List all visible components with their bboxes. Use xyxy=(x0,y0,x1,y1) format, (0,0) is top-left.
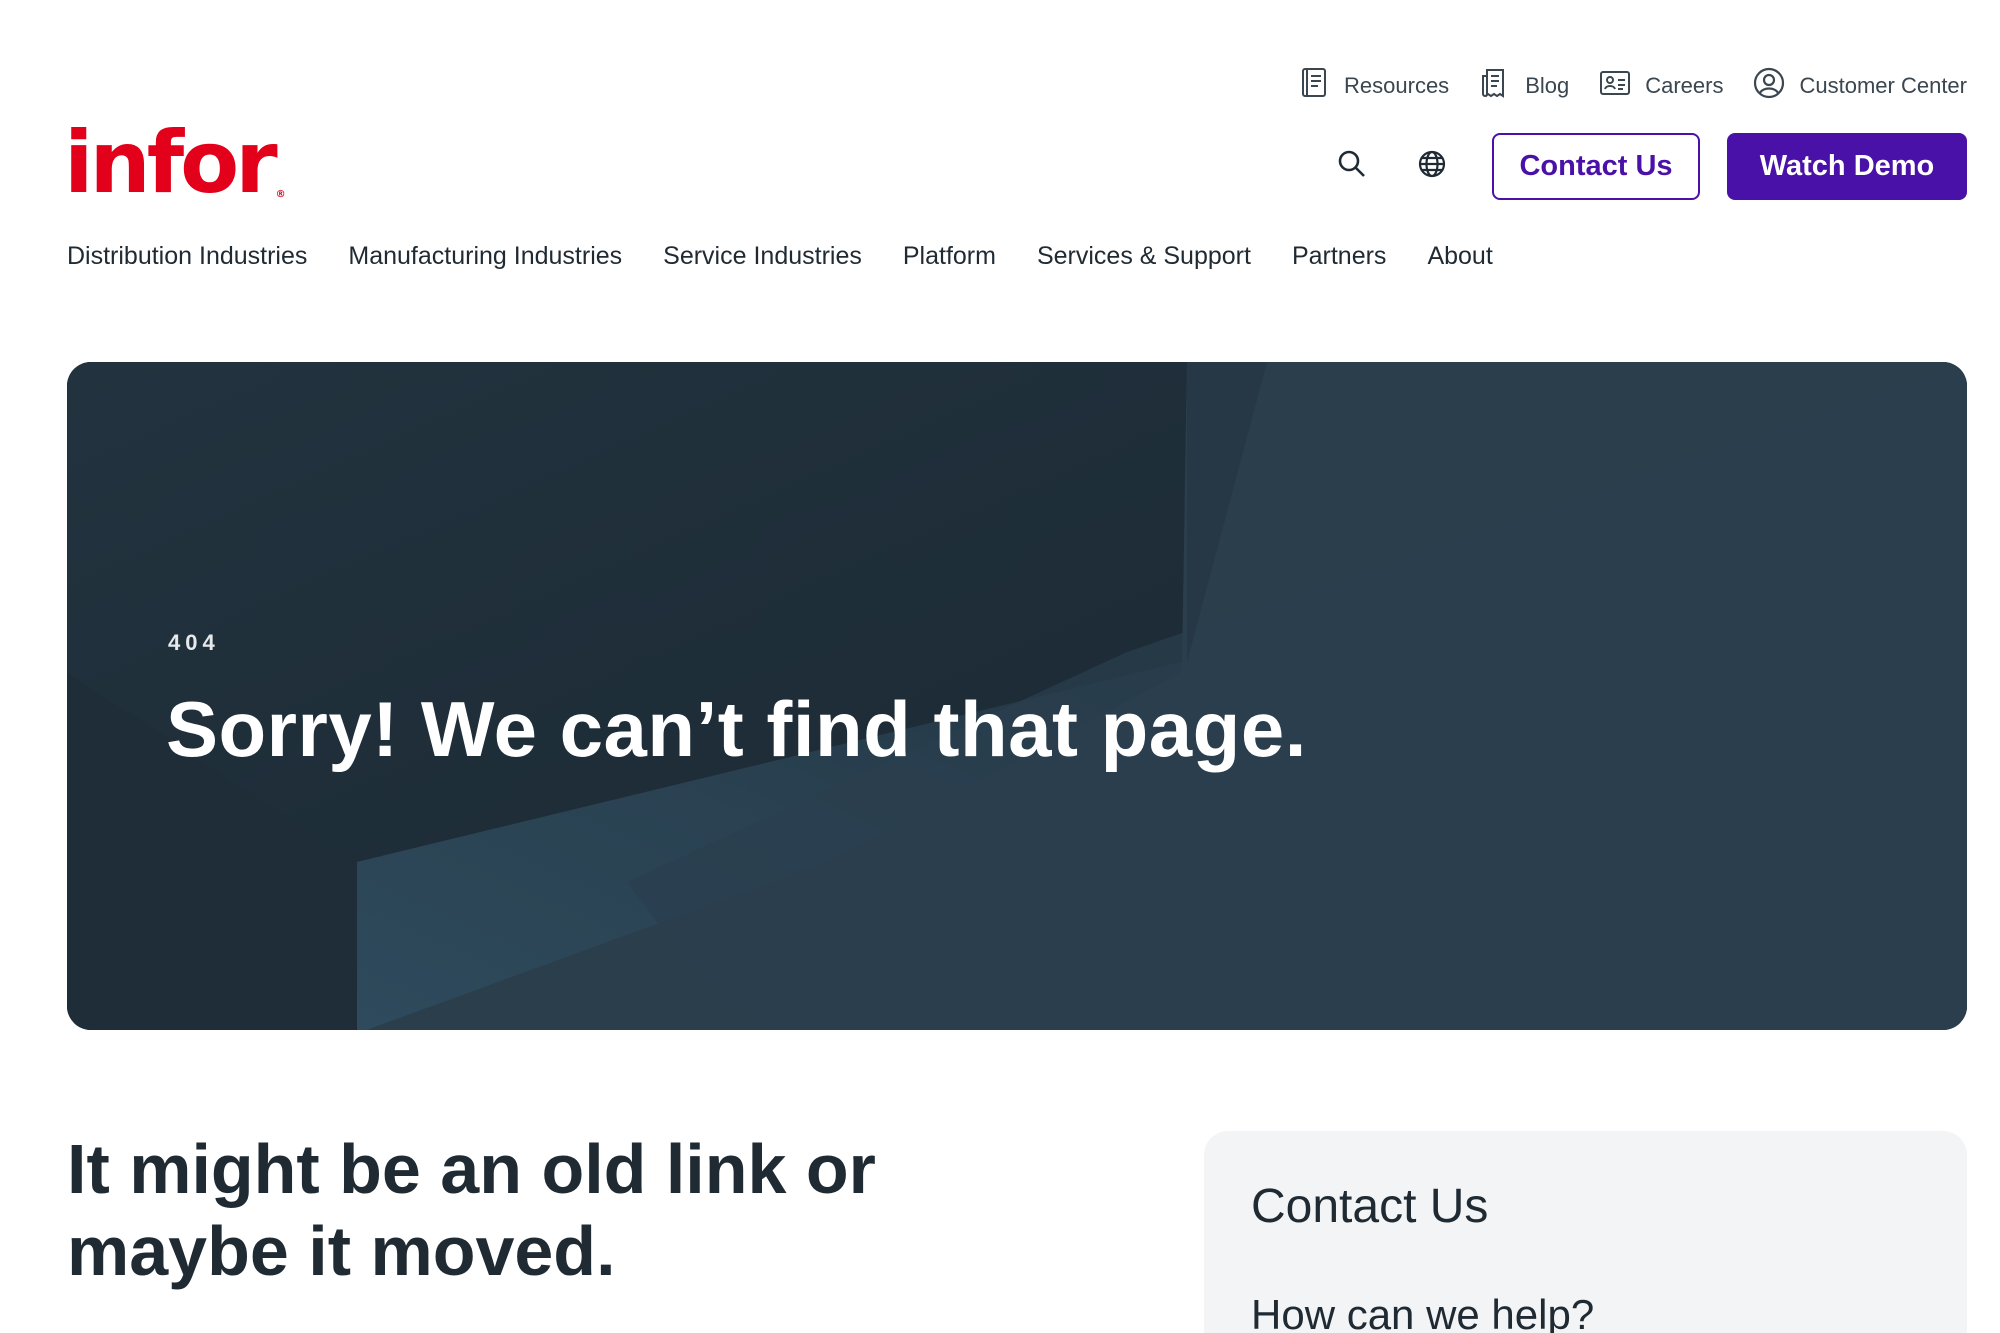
blog-icon xyxy=(1479,66,1511,106)
utility-bar: Resources Blog Careers Customer Center xyxy=(1298,66,1967,106)
contact-card-title: Contact Us xyxy=(1251,1180,1489,1233)
resources-link[interactable]: Resources xyxy=(1298,66,1449,106)
contact-us-button[interactable]: Contact Us xyxy=(1492,133,1700,200)
page-title: Sorry! We can’t find that page. xyxy=(166,685,1307,773)
nav-item-service-industries[interactable]: Service Industries xyxy=(663,242,862,271)
book-icon xyxy=(1298,66,1330,106)
subheading: It might be an old link or maybe it move… xyxy=(67,1128,1067,1292)
nav-item-manufacturing-industries[interactable]: Manufacturing Industries xyxy=(348,242,622,271)
infor-logo[interactable]: infor ® xyxy=(64,120,286,206)
customer-center-label: Customer Center xyxy=(1799,73,1967,98)
careers-link[interactable]: Careers xyxy=(1599,66,1723,106)
watch-demo-button[interactable]: Watch Demo xyxy=(1727,133,1967,200)
logo-registered-mark: ® xyxy=(275,189,286,200)
customer-center-link[interactable]: Customer Center xyxy=(1753,66,1967,106)
hero-banner: 404 Sorry! We can’t find that page. xyxy=(67,362,1967,1030)
resources-label: Resources xyxy=(1344,73,1450,98)
careers-label: Careers xyxy=(1645,73,1724,98)
nav-item-platform[interactable]: Platform xyxy=(903,242,996,271)
logo-text: infor xyxy=(64,113,278,213)
user-circle-icon xyxy=(1753,66,1785,106)
blog-link[interactable]: Blog xyxy=(1479,66,1569,106)
nav-item-distribution-industries[interactable]: Distribution Industries xyxy=(67,242,307,271)
blog-label: Blog xyxy=(1525,73,1570,98)
language-button[interactable] xyxy=(1410,145,1454,189)
subheading-line-2: maybe it moved. xyxy=(67,1212,616,1290)
nav-item-partners[interactable]: Partners xyxy=(1292,242,1386,271)
nav-item-services-support[interactable]: Services & Support xyxy=(1037,242,1251,271)
id-card-icon xyxy=(1599,66,1631,106)
header-actions: Contact Us Watch Demo xyxy=(1330,133,1967,200)
contact-card-question: How can we help? xyxy=(1251,1291,1595,1333)
search-icon xyxy=(1336,148,1368,185)
globe-icon xyxy=(1416,148,1448,185)
error-code: 404 xyxy=(168,630,220,655)
contact-card: Contact Us How can we help? xyxy=(1204,1131,1967,1333)
subheading-line-1: It might be an old link or xyxy=(67,1130,876,1208)
nav-item-about[interactable]: About xyxy=(1427,242,1492,271)
main-nav: Distribution Industries Manufacturing In… xyxy=(67,242,1493,271)
search-button[interactable] xyxy=(1330,145,1374,189)
